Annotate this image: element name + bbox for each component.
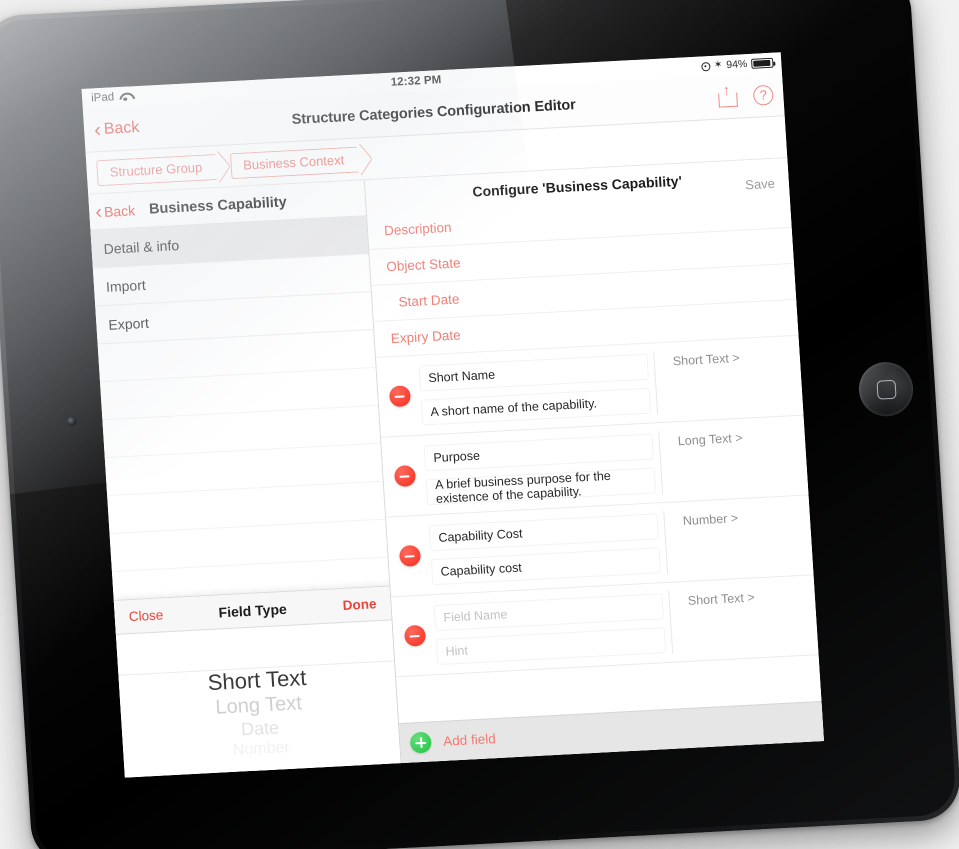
field-type-selector[interactable]: Short Text > bbox=[653, 343, 803, 415]
navbar-back-button[interactable]: ‹ Back bbox=[93, 117, 140, 141]
chevron-left-icon: ‹ bbox=[93, 118, 102, 141]
battery-percent-label: 94% bbox=[725, 58, 748, 72]
navbar-back-label: Back bbox=[103, 118, 140, 138]
field-type-picker-sheet: Close Field Type Done Short Text Long Te… bbox=[113, 585, 401, 778]
field-type-selector[interactable]: Number > bbox=[663, 503, 813, 574]
system-field-label: Start Date bbox=[398, 291, 460, 310]
delete-field-cell bbox=[392, 603, 438, 668]
minus-circle-icon[interactable] bbox=[398, 544, 421, 567]
location-arrow-icon bbox=[700, 61, 711, 71]
detail-pane: Configure 'Business Capability' Save Des… bbox=[364, 158, 824, 764]
wifi-icon bbox=[119, 92, 132, 102]
breadcrumb-item-structure-group[interactable]: Structure Group bbox=[96, 153, 220, 186]
picker-done-button[interactable]: Done bbox=[342, 596, 377, 613]
status-bar-left: iPad bbox=[91, 90, 132, 104]
sidebar-item-label: Export bbox=[107, 314, 150, 333]
master-pane: ‹ Back Business Capability Detail & info… bbox=[88, 180, 402, 778]
field-name-input[interactable]: Short Name bbox=[418, 353, 649, 392]
picker-option-short-text[interactable]: Short Text bbox=[207, 665, 307, 695]
status-bar-right: ✶ 94% bbox=[700, 57, 774, 73]
delete-field-cell bbox=[382, 444, 428, 509]
minus-circle-icon[interactable] bbox=[393, 465, 416, 488]
field-hint-input[interactable]: Capability cost bbox=[430, 546, 662, 585]
delete-field-cell bbox=[377, 364, 423, 429]
split-view: ‹ Back Business Capability Detail & info… bbox=[88, 158, 824, 778]
breadcrumb-label: Structure Group bbox=[109, 159, 203, 180]
navbar-actions: ? bbox=[718, 84, 774, 108]
delete-field-cell bbox=[387, 523, 433, 588]
picker-option-number[interactable]: Number bbox=[232, 739, 290, 759]
detail-field-list: Description Object State Start Date Expi… bbox=[366, 192, 821, 723]
field-type-picker-wheel[interactable]: Short Text Long Text Date Number bbox=[116, 620, 401, 777]
field-inputs: Capability Cost Capability cost bbox=[428, 511, 668, 586]
help-question-icon[interactable]: ? bbox=[752, 84, 774, 106]
field-name-input[interactable]: Capability Cost bbox=[428, 512, 659, 551]
field-name-input[interactable]: Purpose bbox=[423, 433, 654, 471]
system-field-label: Description bbox=[383, 219, 452, 239]
ipad-device-frame: iPad 12:32 PM ✶ 94% ‹ Back Structure Cat… bbox=[0, 0, 959, 849]
picker-option-date[interactable]: Date bbox=[240, 717, 279, 739]
minus-circle-icon[interactable] bbox=[403, 624, 426, 647]
plus-circle-icon bbox=[409, 731, 432, 754]
master-back-label: Back bbox=[103, 201, 136, 220]
sidebar-item-label: Import bbox=[105, 276, 147, 295]
field-hint-input[interactable]: A brief business purpose for the existen… bbox=[425, 466, 657, 505]
battery-icon bbox=[751, 57, 774, 69]
screenshot-stage: iPad 12:32 PM ✶ 94% ‹ Back Structure Cat… bbox=[0, 0, 959, 849]
picker-close-button[interactable]: Close bbox=[128, 607, 163, 624]
system-field-label: Expiry Date bbox=[390, 327, 462, 347]
field-inputs: Field Name Hint bbox=[433, 591, 673, 666]
breadcrumb-label: Business Context bbox=[242, 152, 345, 173]
master-back-button[interactable]: ‹ Back bbox=[94, 200, 136, 223]
field-inputs: Purpose A brief business purpose for the… bbox=[423, 431, 663, 506]
ipad-screen: iPad 12:32 PM ✶ 94% ‹ Back Structure Cat… bbox=[81, 52, 824, 778]
system-field-label: Object State bbox=[385, 255, 462, 275]
field-type-selector[interactable]: Long Text > bbox=[658, 423, 808, 495]
bluetooth-icon: ✶ bbox=[713, 59, 723, 71]
chevron-left-icon: ‹ bbox=[94, 200, 103, 223]
field-hint-input[interactable]: A short name of the capability. bbox=[420, 387, 652, 426]
minus-circle-icon[interactable] bbox=[388, 385, 411, 408]
field-inputs: Short Name A short name of the capabilit… bbox=[418, 351, 657, 426]
carrier-label: iPad bbox=[90, 91, 115, 105]
add-field-label: Add field bbox=[442, 731, 497, 749]
breadcrumb-item-business-context[interactable]: Business Context bbox=[229, 145, 362, 179]
field-type-selector[interactable]: Short Text > bbox=[668, 583, 819, 654]
field-hint-input[interactable]: Hint bbox=[435, 626, 667, 665]
share-icon[interactable] bbox=[718, 86, 736, 108]
field-name-input[interactable]: Field Name bbox=[433, 592, 664, 631]
master-title: Business Capability bbox=[148, 193, 288, 218]
picker-option-long-text[interactable]: Long Text bbox=[215, 692, 303, 718]
sidebar-item-label: Detail & info bbox=[103, 236, 180, 257]
